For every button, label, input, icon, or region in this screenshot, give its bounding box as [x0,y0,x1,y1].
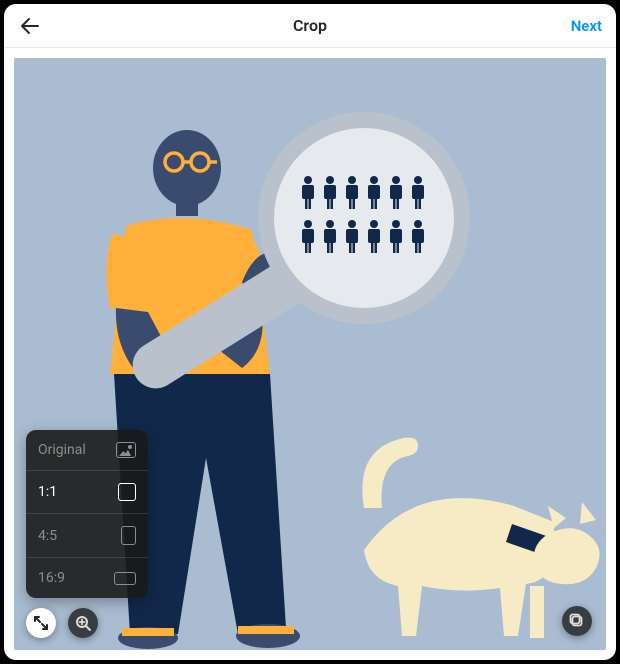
square-icon [118,483,136,501]
back-arrow-icon [18,14,42,38]
ratio-option-original[interactable]: Original [26,430,148,471]
aspect-ratio-panel: Original 1:1 4:5 16:9 [26,430,148,598]
ratio-label: 1:1 [38,484,57,500]
crop-canvas[interactable]: Original 1:1 4:5 16:9 [14,58,606,650]
multi-select-button[interactable] [562,606,592,636]
portrait-rect-icon [121,526,136,545]
back-button[interactable] [18,14,42,38]
multi-select-circle [562,606,592,636]
zoom-icon [75,615,91,631]
expand-icon [33,615,49,631]
canvas-wrap: Original 1:1 4:5 16:9 [4,48,616,660]
wide-rect-icon [114,572,136,585]
multi-select-icon [569,613,585,629]
expand-crop-button[interactable] [26,608,56,638]
header: Crop Next [4,4,616,48]
ratio-option-4-5[interactable]: 4:5 [26,514,148,558]
ratio-label: 4:5 [38,528,57,544]
ratio-option-16-9[interactable]: 16:9 [26,558,148,598]
ratio-option-1-1[interactable]: 1:1 [26,471,148,514]
zoom-button[interactable] [68,608,98,638]
next-button[interactable]: Next [571,17,602,35]
ratio-label: Original [38,442,86,458]
bottom-left-controls [26,608,98,638]
page-title: Crop [293,16,327,35]
image-outline-icon [116,442,136,458]
ratio-label: 16:9 [38,570,65,586]
crop-screen: Crop Next [4,4,616,660]
